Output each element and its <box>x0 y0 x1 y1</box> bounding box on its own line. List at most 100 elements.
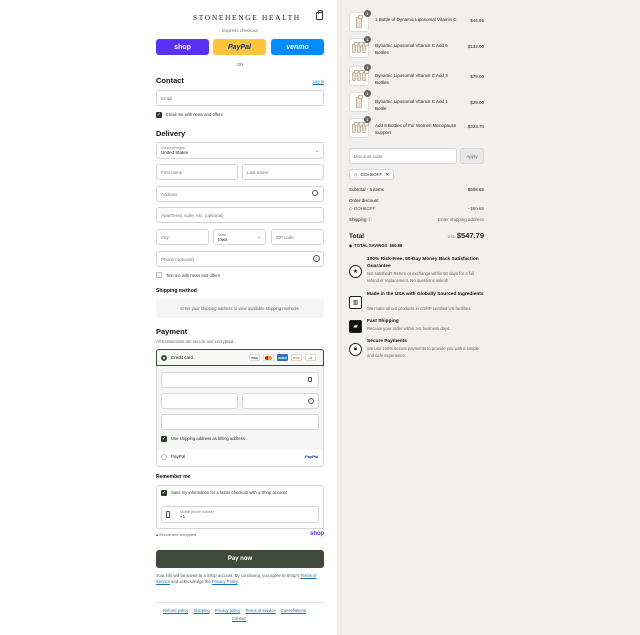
order-summary-background <box>337 0 640 635</box>
guarantee-title: 100% Risk-Free, 90-Day Money Back Satisf… <box>367 257 479 269</box>
product-thumbnail: 1 <box>349 64 371 86</box>
paypal-button[interactable]: PayPal <box>213 39 266 55</box>
discount-code-placeholder: Discount code <box>354 153 383 159</box>
quantity-badge: 1 <box>364 36 371 43</box>
bottle-bundle-icon <box>352 121 369 133</box>
delivery-title: Delivery <box>156 129 186 138</box>
discount-code-row: ◇ GOH6OFF −$60.86 <box>349 206 484 212</box>
legal-text-end: . <box>237 579 239 584</box>
apply-button[interactable]: Apply <box>460 148 484 164</box>
item-price: $44.95 <box>470 18 484 23</box>
billing-checkbox[interactable]: ✓ <box>161 436 167 442</box>
info-icon[interactable]: ⓘ <box>368 217 372 222</box>
email-field[interactable]: Email <box>156 90 324 106</box>
address-field[interactable]: Address <box>156 186 324 202</box>
item-price: $323.70 <box>467 124 484 129</box>
apartment-field[interactable]: Apartment, suite, etc. (optional) <box>156 207 324 223</box>
last-name-field[interactable]: Last name <box>242 164 324 180</box>
discount-code-line: ◇ GOH6OFF <box>349 206 376 212</box>
state-value: Iowa <box>218 236 228 242</box>
tag-icon: ◇ <box>354 171 358 177</box>
footer-divider <box>156 602 324 603</box>
remember-me-title: Remember me <box>156 474 191 480</box>
discount-code-field[interactable]: Discount code <box>349 148 457 164</box>
product-thumbnail: 1 <box>349 116 371 138</box>
login-link[interactable]: Log in <box>313 79 324 84</box>
save-info-checkbox[interactable]: ✓ <box>161 490 167 496</box>
currency-code: USD <box>447 235 456 239</box>
guarantee-text: Receive your order within 3-5 business d… <box>367 326 451 331</box>
applied-discount-tag: ◇ GOH6OFF ✕ <box>349 169 395 180</box>
shipping-value: Enter shipping address <box>437 217 484 222</box>
order-discount-label: Order discount <box>349 198 379 203</box>
news-label: Email me with news and offers <box>166 112 223 117</box>
shop-logo: shop <box>310 531 325 537</box>
zip-field[interactable]: ZIP code <box>271 229 324 245</box>
bottle-bundle-icon <box>352 69 369 81</box>
tag-icon: ◇ <box>349 206 353 211</box>
email-placeholder: Email <box>161 95 173 101</box>
item-name: Dynamic Liposomal Vitamin C Add 6 Bottle… <box>375 43 448 55</box>
privacy-link[interactable]: Privacy Policy <box>212 579 238 584</box>
more-cards-badge: +5 <box>305 354 316 361</box>
privacy-policy-link[interactable]: Privacy policy <box>215 608 241 613</box>
shipping-link[interactable]: Shipping <box>193 608 209 613</box>
savings-value: $60.86 <box>389 243 403 248</box>
shop-pay-button[interactable]: shop <box>156 39 209 55</box>
terms-of-service-link[interactable]: Terms of service <box>245 608 275 613</box>
tag-icon: ◆ <box>349 243 353 248</box>
item-name: 1 Bottle of Dynamic Liposomal Vitamin C <box>375 17 457 22</box>
chevron-down-icon: ⌄ <box>257 234 262 240</box>
shopping-bag-icon[interactable] <box>316 10 323 20</box>
credit-card-radio[interactable] <box>161 355 167 361</box>
lock-icon: 🔒︎ <box>156 533 159 537</box>
contact-link[interactable]: Contact <box>232 616 246 621</box>
discount-amount: −$60.86 <box>467 206 484 211</box>
item-name: Dynamic Liposomal Vitamin C Add 1 Bottle <box>375 99 448 111</box>
pay-now-button[interactable]: Pay now <box>156 550 324 568</box>
footer-links: Refund policy Shipping Privacy policy Te… <box>163 608 306 613</box>
cancellations-link[interactable]: Cancellations <box>281 608 306 613</box>
expiration-field[interactable] <box>161 393 238 409</box>
visa-icon: VISA <box>249 354 260 361</box>
country-select[interactable]: Country/Region United States <box>156 142 324 159</box>
or-divider: OR <box>236 62 244 67</box>
quantity-badge: 1 <box>364 10 371 17</box>
help-icon[interactable]: ? <box>308 398 314 404</box>
phone-field[interactable]: Phone (optional) <box>156 251 324 267</box>
mobile-phone-field[interactable]: Mobile phone number +1 <box>161 506 319 523</box>
help-icon[interactable]: ? <box>313 255 320 262</box>
payment-subtitle: All transactions are secure and encrypte… <box>156 339 235 344</box>
secure-label: 🔒︎ Secure and encrypted <box>156 533 196 537</box>
city-field[interactable]: City <box>156 229 209 245</box>
country-value: United States <box>161 150 189 155</box>
amex-icon: AMEX <box>277 354 288 361</box>
total-value: $547.79 <box>456 231 484 240</box>
product-thumbnail: 1 <box>349 36 371 58</box>
search-icon <box>312 190 318 196</box>
address-placeholder: Address <box>161 191 178 197</box>
first-name-placeholder: First name <box>161 169 183 175</box>
total-label: Total <box>349 233 365 240</box>
remove-discount-icon[interactable]: ✕ <box>385 172 389 178</box>
applied-code: GOH6OFF <box>360 172 383 177</box>
text-news-checkbox[interactable] <box>156 272 162 278</box>
guarantee-title: Fast Shipping <box>367 319 399 324</box>
mobile-phone-value: +1 <box>180 514 186 519</box>
bottle-bundle-icon <box>352 41 369 53</box>
paypal-label[interactable]: PayPal <box>171 454 185 459</box>
card-number-field[interactable] <box>161 372 319 388</box>
venmo-button[interactable]: venmo <box>271 39 324 55</box>
payment-title: Payment <box>156 327 188 336</box>
zip-placeholder: ZIP code <box>276 234 294 240</box>
first-name-field[interactable]: First name <box>156 164 238 180</box>
shipping-method-title: Shipping method <box>156 288 197 294</box>
refund-policy-link[interactable]: Refund policy <box>163 608 188 613</box>
brand-logo[interactable]: STONEHENGE HEALTH <box>193 13 301 22</box>
news-checkbox[interactable]: ✓ <box>156 112 162 118</box>
discount-code-name: GOH6OFF <box>353 206 376 211</box>
product-thumbnail: 1 <box>349 10 371 32</box>
paypal-radio[interactable] <box>161 454 167 460</box>
quantity-badge: 1 <box>364 116 371 123</box>
name-on-card-field[interactable] <box>161 414 319 430</box>
